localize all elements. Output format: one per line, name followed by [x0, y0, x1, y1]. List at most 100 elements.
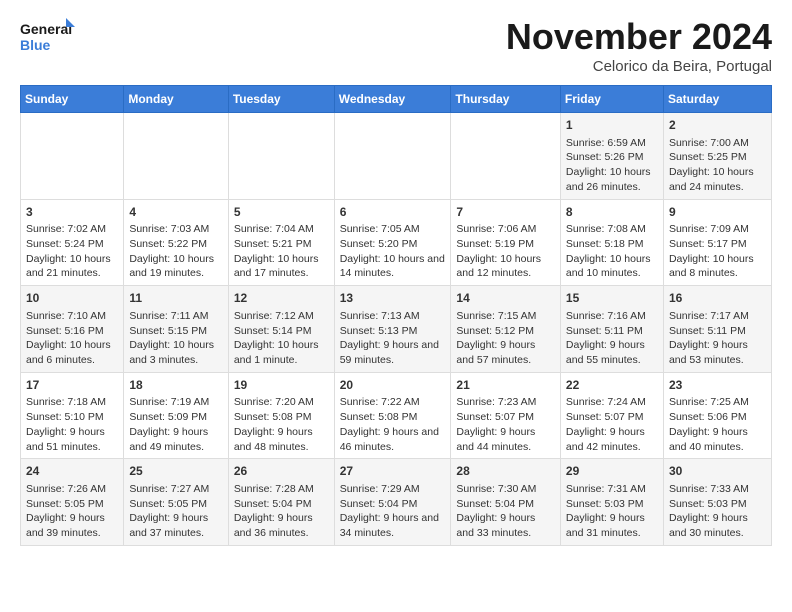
calendar-cell — [228, 113, 334, 200]
day-info: Sunrise: 7:13 AMSunset: 5:13 PMDaylight:… — [340, 309, 446, 368]
day-info: Sunrise: 7:17 AMSunset: 5:11 PMDaylight:… — [669, 309, 766, 368]
calendar-cell: 26 Sunrise: 7:28 AMSunset: 5:04 PMDayligh… — [228, 459, 334, 546]
day-number: 4 — [129, 204, 222, 221]
calendar-week-row: 17Sunrise: 7:18 AMSunset: 5:10 PMDayligh… — [21, 372, 772, 459]
weekday-header: Tuesday — [228, 86, 334, 113]
day-number: 14 — [456, 290, 555, 307]
location: Celorico da Beira, Portugal — [506, 58, 772, 75]
calendar-cell: 10 Sunrise: 7:10 AMSunset: 5:16 PMDayligh… — [21, 286, 124, 373]
weekday-header: Friday — [560, 86, 663, 113]
logo-svg: General Blue — [20, 16, 75, 56]
calendar-week-row: 24Sunrise: 7:26 AMSunset: 5:05 PMDayligh… — [21, 459, 772, 546]
day-number: 27 — [340, 463, 446, 480]
weekday-header: Monday — [124, 86, 228, 113]
calendar-cell: 20Sunrise: 7:22 AMSunset: 5:08 PMDayligh… — [334, 372, 451, 459]
day-info: Sunrise: 7:11 AMSunset: 5:15 PMDaylight:… — [129, 309, 222, 368]
calendar-week-row: 3Sunrise: 7:02 AMSunset: 5:24 PMDaylight… — [21, 199, 772, 286]
day-number: 2 — [669, 117, 766, 134]
calendar-cell: 28 Sunrise: 7:30 AMSunset: 5:04 PMDayligh… — [451, 459, 561, 546]
calendar-cell — [21, 113, 124, 200]
title-area: November 2024 Celorico da Beira, Portuga… — [506, 16, 772, 75]
day-info: Sunrise: 7:15 AMSunset: 5:12 PMDaylight:… — [456, 309, 555, 368]
day-info: Sunrise: 7:18 AMSunset: 5:10 PMDaylight:… — [26, 395, 118, 454]
day-info: Sunrise: 7:27 AMSunset: 5:05 PMDaylight:… — [129, 482, 222, 541]
day-number: 21 — [456, 377, 555, 394]
day-info: Sunrise: 7:04 AMSunset: 5:21 PMDaylight:… — [234, 222, 329, 281]
month-title: November 2024 — [506, 16, 772, 58]
day-number: 25 — [129, 463, 222, 480]
day-number: 6 — [340, 204, 446, 221]
day-info: Sunrise: 7:09 AMSunset: 5:17 PMDaylight:… — [669, 222, 766, 281]
weekday-header: Saturday — [663, 86, 771, 113]
day-info: Sunrise: 7:24 AMSunset: 5:07 PMDaylight:… — [566, 395, 658, 454]
day-number: 5 — [234, 204, 329, 221]
calendar-cell: 21Sunrise: 7:23 AMSunset: 5:07 PMDayligh… — [451, 372, 561, 459]
calendar-cell — [451, 113, 561, 200]
calendar-cell: 24Sunrise: 7:26 AMSunset: 5:05 PMDayligh… — [21, 459, 124, 546]
calendar-cell: 23Sunrise: 7:25 AMSunset: 5:06 PMDayligh… — [663, 372, 771, 459]
day-info: Sunrise: 7:30 AMSunset: 5:04 PMDaylight:… — [456, 482, 555, 541]
day-number: 28 — [456, 463, 555, 480]
calendar-cell: 4Sunrise: 7:03 AMSunset: 5:22 PMDaylight… — [124, 199, 228, 286]
svg-text:Blue: Blue — [20, 37, 51, 53]
calendar-cell: 27 Sunrise: 7:29 AMSunset: 5:04 PMDayligh… — [334, 459, 451, 546]
day-number: 24 — [26, 463, 118, 480]
day-info: Sunrise: 7:06 AMSunset: 5:19 PMDaylight:… — [456, 222, 555, 281]
day-number: 20 — [340, 377, 446, 394]
svg-text:General: General — [20, 21, 72, 37]
calendar-cell: 6Sunrise: 7:05 AMSunset: 5:20 PMDaylight… — [334, 199, 451, 286]
calendar-header-row: SundayMondayTuesdayWednesdayThursdayFrid… — [21, 86, 772, 113]
day-info: Sunrise: 7:10 AMSunset: 5:16 PMDaylight:… — [26, 309, 118, 368]
calendar-cell — [124, 113, 228, 200]
day-info: Sunrise: 6:59 AMSunset: 5:26 PMDaylight:… — [566, 136, 658, 195]
day-number: 17 — [26, 377, 118, 394]
calendar-cell: 8Sunrise: 7:08 AMSunset: 5:18 PMDaylight… — [560, 199, 663, 286]
calendar-cell: 29 Sunrise: 7:31 AMSunset: 5:03 PMDayligh… — [560, 459, 663, 546]
day-number: 13 — [340, 290, 446, 307]
day-number: 16 — [669, 290, 766, 307]
calendar-cell: 7Sunrise: 7:06 AMSunset: 5:19 PMDaylight… — [451, 199, 561, 286]
calendar-cell: 17Sunrise: 7:18 AMSunset: 5:10 PMDayligh… — [21, 372, 124, 459]
day-number: 11 — [129, 290, 222, 307]
calendar-cell — [334, 113, 451, 200]
calendar-cell: 2 Sunrise: 7:00 AMSunset: 5:25 PMDaylight… — [663, 113, 771, 200]
day-info: Sunrise: 7:28 AMSunset: 5:04 PMDaylight:… — [234, 482, 329, 541]
day-info: Sunrise: 7:08 AMSunset: 5:18 PMDaylight:… — [566, 222, 658, 281]
day-info: Sunrise: 7:25 AMSunset: 5:06 PMDaylight:… — [669, 395, 766, 454]
calendar-cell: 9Sunrise: 7:09 AMSunset: 5:17 PMDaylight… — [663, 199, 771, 286]
day-info: Sunrise: 7:05 AMSunset: 5:20 PMDaylight:… — [340, 222, 446, 281]
day-number: 23 — [669, 377, 766, 394]
day-info: Sunrise: 7:20 AMSunset: 5:08 PMDaylight:… — [234, 395, 329, 454]
day-info: Sunrise: 7:33 AMSunset: 5:03 PMDaylight:… — [669, 482, 766, 541]
day-info: Sunrise: 7:03 AMSunset: 5:22 PMDaylight:… — [129, 222, 222, 281]
calendar-cell: 18Sunrise: 7:19 AMSunset: 5:09 PMDayligh… — [124, 372, 228, 459]
day-number: 22 — [566, 377, 658, 394]
day-info: Sunrise: 7:00 AMSunset: 5:25 PMDaylight:… — [669, 136, 766, 195]
weekday-header: Thursday — [451, 86, 561, 113]
day-number: 10 — [26, 290, 118, 307]
calendar-cell: 14 Sunrise: 7:15 AMSunset: 5:12 PMDayligh… — [451, 286, 561, 373]
day-number: 30 — [669, 463, 766, 480]
day-number: 12 — [234, 290, 329, 307]
day-info: Sunrise: 7:29 AMSunset: 5:04 PMDaylight:… — [340, 482, 446, 541]
calendar-cell: 11 Sunrise: 7:11 AMSunset: 5:15 PMDayligh… — [124, 286, 228, 373]
calendar-cell: 1 Sunrise: 6:59 AMSunset: 5:26 PMDaylight… — [560, 113, 663, 200]
logo: General Blue — [20, 16, 75, 56]
day-number: 15 — [566, 290, 658, 307]
day-number: 9 — [669, 204, 766, 221]
calendar-week-row: 10 Sunrise: 7:10 AMSunset: 5:16 PMDayligh… — [21, 286, 772, 373]
calendar-cell: 13 Sunrise: 7:13 AMSunset: 5:13 PMDayligh… — [334, 286, 451, 373]
calendar-cell: 30 Sunrise: 7:33 AMSunset: 5:03 PMDayligh… — [663, 459, 771, 546]
day-number: 26 — [234, 463, 329, 480]
calendar-cell: 5Sunrise: 7:04 AMSunset: 5:21 PMDaylight… — [228, 199, 334, 286]
weekday-header: Wednesday — [334, 86, 451, 113]
day-number: 29 — [566, 463, 658, 480]
calendar-table: SundayMondayTuesdayWednesdayThursdayFrid… — [20, 85, 772, 546]
calendar-cell: 25 Sunrise: 7:27 AMSunset: 5:05 PMDayligh… — [124, 459, 228, 546]
day-number: 19 — [234, 377, 329, 394]
day-info: Sunrise: 7:31 AMSunset: 5:03 PMDaylight:… — [566, 482, 658, 541]
calendar-cell: 15Sunrise: 7:16 AMSunset: 5:11 PMDayligh… — [560, 286, 663, 373]
day-number: 1 — [566, 117, 658, 134]
calendar-week-row: 1 Sunrise: 6:59 AMSunset: 5:26 PMDaylight… — [21, 113, 772, 200]
calendar-cell: 12Sunrise: 7:12 AMSunset: 5:14 PMDayligh… — [228, 286, 334, 373]
